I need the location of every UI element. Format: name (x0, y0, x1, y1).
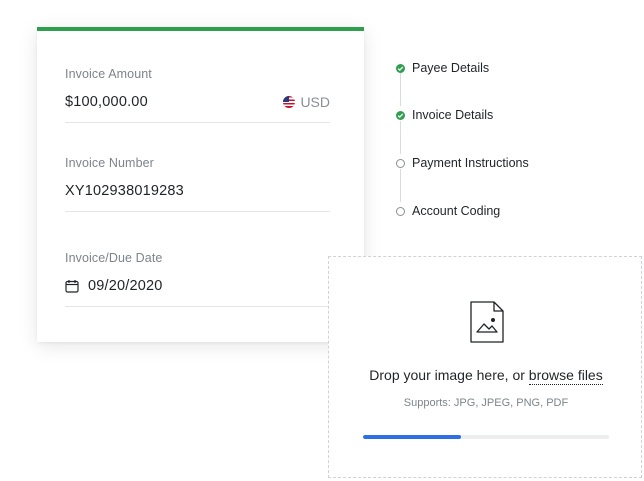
step-connector (400, 169, 401, 202)
step-payment-instructions[interactable]: Payment Instructions (396, 156, 529, 170)
invoice-number-label: Invoice Number (65, 156, 154, 170)
empty-circle-icon (396, 158, 405, 168)
check-circle-icon (396, 110, 405, 120)
drop-prompt-text: Drop your image here, or (369, 367, 525, 383)
empty-circle-icon (396, 206, 405, 216)
calendar-icon[interactable] (65, 279, 79, 293)
supported-formats: Supports: JPG, JPEG, PNG, PDF (403, 397, 569, 409)
step-payee-details[interactable]: Payee Details (396, 61, 489, 75)
currency-code: USD (300, 94, 330, 110)
invoice-amount-field[interactable]: Invoice Amount $100,000.00 USD (65, 67, 330, 123)
image-file-icon (470, 301, 504, 343)
check-circle-icon (396, 63, 405, 73)
step-connector (400, 121, 401, 154)
invoice-date-label: Invoice/Due Date (65, 251, 163, 265)
step-label: Payment Instructions (412, 156, 529, 170)
invoice-amount-label: Invoice Amount (65, 67, 152, 81)
step-account-coding[interactable]: Account Coding (396, 204, 500, 218)
upload-progress-bar (363, 435, 609, 439)
step-label: Payee Details (412, 61, 490, 75)
invoice-amount-value[interactable]: $100,000.00 (65, 94, 148, 110)
step-connector (400, 73, 401, 106)
upload-progress-fill (363, 435, 462, 439)
step-label: Account Coding (412, 204, 501, 218)
invoice-date-field[interactable]: Invoice/Due Date 09/20/2020 (65, 251, 330, 307)
invoice-date-value[interactable]: 09/20/2020 (88, 278, 163, 294)
invoice-card: Invoice Amount $100,000.00 USD Invoice N… (37, 27, 364, 342)
step-label: Invoice Details (412, 108, 494, 122)
file-dropzone[interactable]: Drop your image here, or browse files Su… (328, 256, 642, 478)
invoice-number-value[interactable]: XY102938019283 (65, 183, 184, 199)
drop-prompt: Drop your image here, or browse files (329, 367, 643, 385)
browse-files-link[interactable]: browse files (528, 367, 603, 385)
invoice-number-field[interactable]: Invoice Number XY102938019283 (65, 156, 330, 212)
currency-selector[interactable]: USD (283, 94, 330, 110)
step-invoice-details[interactable]: Invoice Details (396, 108, 493, 122)
us-flag-icon (283, 96, 296, 108)
